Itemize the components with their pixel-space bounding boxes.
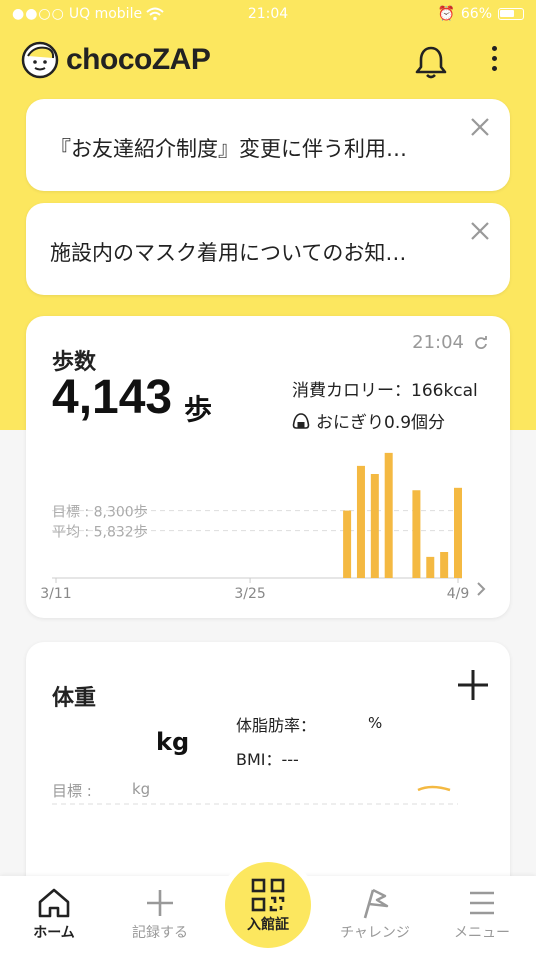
tab-label: チャレンジ [340, 925, 410, 941]
step-bar [343, 510, 352, 578]
battery-percent: 66% [460, 6, 492, 22]
steps-card[interactable]: 歩数 4,143 歩 21:04 消費カロリー：166kcal おにぎり0.9個… [26, 316, 510, 618]
steps-chart: 目標 : 8,300歩平均 : 5,832歩 3/11 3/25 4/9 [40, 452, 470, 602]
logo-text: chocoZAP [66, 43, 211, 76]
notice-card-mask[interactable]: 施設内のマスク着用についてのお知… [26, 203, 510, 295]
status-bar: ●●○○ UQ mobile 21:04 ⏰ 66% [0, 0, 536, 30]
weight-trend-line [417, 785, 451, 792]
tab-label: ホーム [33, 925, 75, 941]
x-tick-label: 3/11 [40, 586, 71, 602]
goal-label: 目標 : 8,300歩 [52, 505, 148, 521]
tab-challenge[interactable]: チャレンジ [325, 876, 425, 953]
step-bar [384, 452, 393, 578]
tab-record[interactable]: 記録する [110, 876, 210, 953]
more-menu-icon[interactable] [486, 46, 502, 76]
tab-home[interactable]: ホーム [4, 876, 104, 953]
home-icon [38, 888, 70, 918]
battery-icon [498, 8, 524, 20]
step-bar [426, 556, 435, 578]
entry-pass-button[interactable]: 入館証 [225, 862, 311, 948]
step-bar [412, 490, 421, 578]
step-bar [370, 474, 379, 578]
flag-icon [363, 888, 389, 919]
chevron-right-icon[interactable] [476, 582, 486, 596]
tab-label: メニュー [454, 925, 510, 941]
x-tick-label: 3/25 [234, 586, 265, 602]
app-logo: chocoZAP [20, 40, 211, 80]
app-header: chocoZAP [0, 38, 536, 88]
alarm-icon: ⏰ [437, 6, 455, 22]
close-icon[interactable] [468, 115, 492, 139]
bell-icon[interactable] [414, 44, 448, 80]
step-bar [454, 487, 462, 578]
qr-code-icon [251, 878, 285, 912]
notice-text: 施設内のマスク着用についてのお知… [50, 241, 407, 265]
chocozap-logo-icon [21, 41, 59, 79]
tab-menu[interactable]: メニュー [432, 876, 532, 953]
x-tick-label: 4/9 [447, 586, 470, 602]
notice-text: 『お友達紹介制度』変更に伴う利用… [50, 137, 407, 161]
notice-card-referral[interactable]: 『お友達紹介制度』変更に伴う利用… [26, 99, 510, 191]
entry-pass-label: 入館証 [247, 917, 289, 933]
hamburger-icon [470, 891, 494, 915]
close-icon[interactable] [468, 219, 492, 243]
average-label: 平均 : 5,832歩 [52, 525, 148, 541]
step-bar [356, 465, 365, 578]
plus-icon [147, 890, 173, 916]
step-bar [440, 552, 449, 578]
tab-label: 記録する [132, 925, 188, 941]
